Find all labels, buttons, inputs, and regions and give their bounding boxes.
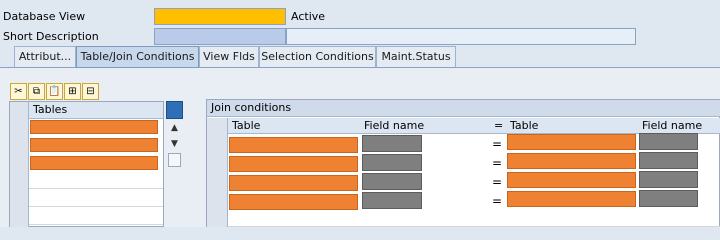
join-row-1-field-right-masked[interactable] (639, 133, 698, 150)
join-row-3-field-left-masked[interactable] (362, 173, 422, 190)
join-col-equals: = (492, 118, 506, 134)
join-row-5-empty[interactable] (228, 211, 720, 227)
table-row-6[interactable] (29, 207, 163, 225)
paste-icon[interactable]: 📋 (46, 83, 63, 100)
scroll-down-icon[interactable]: ▼ (168, 138, 181, 150)
tab-strip: Attribut... Table/Join Conditions View F… (0, 46, 720, 68)
join-row-1-field-left-masked[interactable] (362, 135, 422, 152)
short-description-label: Short Description (3, 30, 99, 43)
insert-row-icon[interactable]: ⊞ (64, 83, 81, 100)
join-row-1-equals: = (492, 137, 503, 151)
database-view-label: Database View (3, 10, 86, 23)
tables-header: Tables (29, 102, 163, 119)
join-col-fieldname-right: Field name (638, 118, 720, 134)
cut-icon[interactable]: ✂ (10, 83, 27, 100)
join-row-4-table-right-masked[interactable] (507, 191, 636, 207)
join-row-3-equals: = (492, 175, 503, 189)
short-description-input[interactable] (286, 28, 636, 45)
join-row-2-field-right-masked[interactable] (639, 152, 698, 169)
join-row-selector-column[interactable] (207, 118, 228, 227)
join-row-1-table-right-masked[interactable] (507, 134, 636, 150)
tab-maint-status[interactable]: Maint.Status (376, 46, 456, 68)
scroll-up-icon[interactable]: ▲ (168, 122, 181, 134)
tables-row-selector-column[interactable] (10, 102, 29, 227)
join-row-1-table-left-masked[interactable] (229, 137, 358, 153)
table-row-4[interactable] (29, 171, 163, 189)
table-row-3-masked[interactable] (30, 156, 158, 170)
join-row-3-table-right-masked[interactable] (507, 172, 636, 188)
scroll-page-icon[interactable] (168, 153, 181, 167)
short-description-field-masked[interactable] (154, 28, 286, 45)
join-row-3-field-right-masked[interactable] (639, 171, 698, 188)
status-text: Active (291, 10, 326, 23)
delete-row-icon[interactable]: ⊟ (82, 83, 99, 100)
join-col-fieldname-left: Field name (360, 118, 492, 134)
table-row-2-masked[interactable] (30, 138, 158, 152)
join-row-2-table-left-masked[interactable] (229, 156, 358, 172)
tab-attributes[interactable]: Attribut... (14, 46, 76, 68)
join-row-4-field-left-masked[interactable] (362, 192, 422, 209)
tab-view-fields[interactable]: View Flds (199, 46, 259, 68)
join-row-4-table-left-masked[interactable] (229, 194, 358, 210)
table-row-5[interactable] (29, 189, 163, 207)
database-view-field[interactable] (154, 8, 286, 25)
join-col-table-right: Table (506, 118, 638, 134)
table-row-1-masked[interactable] (30, 120, 158, 134)
join-row-4-equals: = (492, 194, 503, 208)
column-settings-icon[interactable] (166, 101, 183, 119)
copy-icon[interactable]: ⧉ (28, 83, 45, 100)
join-row-2-equals: = (492, 156, 503, 170)
tab-selection-conditions[interactable]: Selection Conditions (259, 46, 376, 68)
tab-table-join-conditions[interactable]: Table/Join Conditions (76, 46, 199, 68)
join-row-4-field-right-masked[interactable] (639, 190, 698, 207)
join-conditions-title: Join conditions (207, 100, 720, 117)
join-row-2-table-right-masked[interactable] (507, 153, 636, 169)
join-row-3-table-left-masked[interactable] (229, 175, 358, 191)
join-row-2-field-left-masked[interactable] (362, 154, 422, 171)
join-col-table-left: Table (228, 118, 360, 134)
